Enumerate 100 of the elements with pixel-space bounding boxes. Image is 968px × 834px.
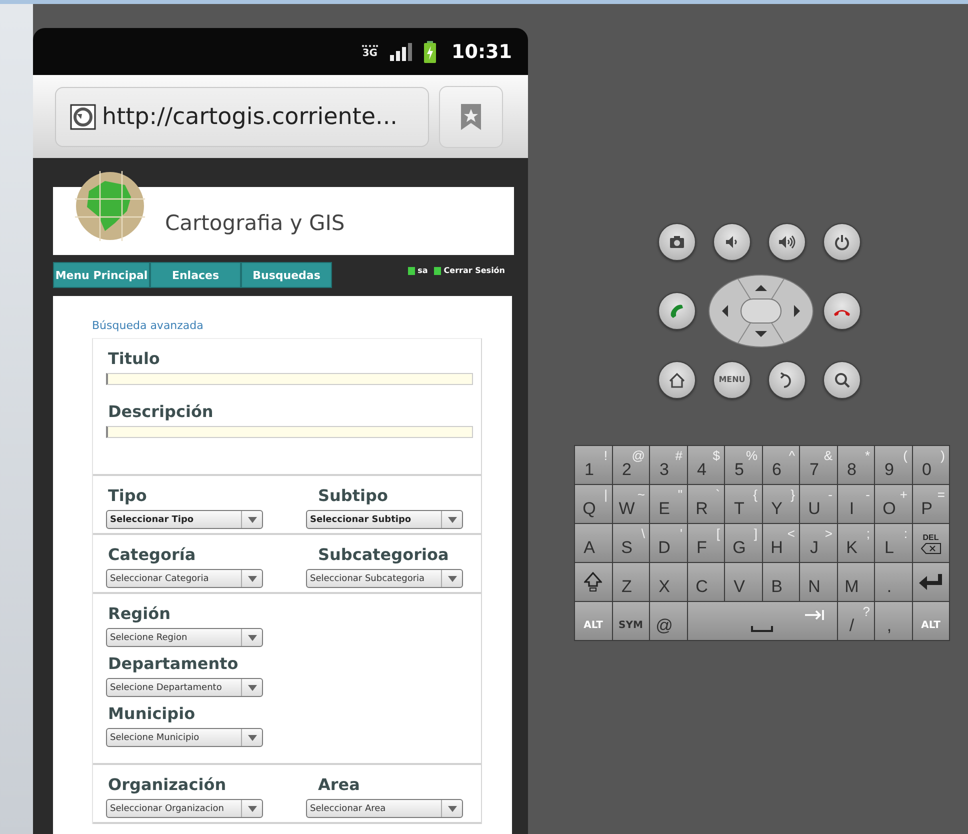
nav-tab[interactable]: Busquedas bbox=[241, 262, 332, 288]
keyboard-key[interactable]: B bbox=[762, 563, 799, 601]
keyboard-key[interactable]: T { bbox=[725, 485, 762, 523]
keyboard-key[interactable]: 7 & bbox=[800, 446, 836, 484]
keyboard-key[interactable]: I - bbox=[838, 485, 874, 523]
keyboard-key[interactable]: / ? bbox=[838, 602, 874, 640]
nav-tab[interactable]: Enlaces bbox=[150, 262, 241, 288]
text-input[interactable] bbox=[106, 426, 473, 438]
field-label: Subcategorioa bbox=[317, 545, 450, 565]
keyboard-key[interactable]: DEL bbox=[912, 524, 949, 562]
hardware-button[interactable] bbox=[658, 222, 696, 260]
keyboard-key[interactable]: N bbox=[800, 563, 836, 601]
form-heading[interactable]: Búsqueda avanzada bbox=[92, 319, 204, 332]
keyboard-key[interactable]: O + bbox=[875, 485, 912, 523]
keyboard-key[interactable]: @ bbox=[650, 602, 686, 640]
hardware-button[interactable] bbox=[713, 222, 751, 260]
keyboard-key[interactable]: J > bbox=[800, 524, 836, 562]
keyboard-key[interactable]: 8 * bbox=[838, 446, 874, 484]
hardware-button[interactable] bbox=[823, 222, 861, 260]
keyboard-key[interactable]: , bbox=[875, 602, 912, 640]
dropdown[interactable]: Selecione Municipio bbox=[106, 728, 263, 747]
keyboard-key[interactable]: ALT bbox=[912, 602, 949, 640]
clock-time: 10:31 bbox=[452, 40, 512, 62]
field-label: Tipo bbox=[107, 486, 148, 506]
keyboard-key[interactable]: E " bbox=[650, 485, 686, 523]
text-input[interactable] bbox=[106, 373, 473, 385]
network-indicator: 3G bbox=[362, 44, 378, 58]
space-icon bbox=[751, 626, 773, 632]
keyboard-key[interactable]: G ] bbox=[725, 524, 762, 562]
field-label: Departamento bbox=[107, 654, 240, 674]
dropdown[interactable]: Seleccionar Categoria bbox=[106, 569, 263, 588]
keyboard-key[interactable]: ALT bbox=[575, 602, 612, 640]
dropdown[interactable]: Seleccionar Subtipo bbox=[306, 510, 463, 529]
keyboard-key[interactable]: W ~ bbox=[612, 485, 649, 523]
hardware-button[interactable] bbox=[823, 292, 861, 330]
search-icon bbox=[833, 370, 851, 388]
keyboard-key[interactable]: K ; bbox=[838, 524, 874, 562]
keyboard-key[interactable]: 0 ) bbox=[912, 446, 949, 484]
dpad[interactable] bbox=[708, 274, 814, 348]
keyboard-key[interactable]: V bbox=[725, 563, 762, 601]
tab-arrow-icon bbox=[804, 610, 824, 620]
keyboard-key[interactable]: M bbox=[838, 563, 874, 601]
keyboard-key[interactable]: D ' bbox=[650, 524, 686, 562]
hardware-button[interactable] bbox=[658, 292, 696, 330]
keyboard-key[interactable]: A bbox=[575, 524, 612, 562]
bookmark-button[interactable] bbox=[439, 86, 503, 148]
keyboard-key[interactable]: SYM bbox=[612, 602, 649, 640]
keyboard-key[interactable]: R ` bbox=[688, 485, 724, 523]
caret-icon bbox=[248, 684, 256, 690]
keyboard-key[interactable]: 9 ( bbox=[875, 446, 912, 484]
bookmark-icon bbox=[461, 104, 481, 130]
address-field[interactable]: http://cartogis.corriente... bbox=[55, 86, 429, 146]
power-icon bbox=[833, 232, 851, 250]
keyboard-key[interactable]: 4 $ bbox=[688, 446, 724, 484]
dropdown[interactable]: Seleccionar Subcategoria bbox=[306, 569, 463, 588]
dropdown[interactable]: Seleccionar Area bbox=[306, 799, 463, 818]
field-label: Area bbox=[317, 775, 361, 795]
keyboard-key[interactable]: U - bbox=[800, 485, 836, 523]
dropdown[interactable]: Selecione Departamento bbox=[106, 678, 263, 697]
caret-icon bbox=[248, 734, 256, 740]
globe-icon bbox=[70, 104, 96, 130]
keyboard-key[interactable]: H < bbox=[762, 524, 799, 562]
caret-icon bbox=[448, 806, 456, 812]
keyboard-key[interactable]: 3 # bbox=[650, 446, 686, 484]
map-logo bbox=[75, 171, 145, 241]
hardware-button[interactable] bbox=[823, 360, 861, 398]
caret-icon bbox=[248, 576, 256, 582]
keyboard-key[interactable]: 1 ! bbox=[575, 446, 612, 484]
dropdown[interactable]: Seleccionar Tipo bbox=[106, 510, 263, 529]
keyboard-key[interactable]: P = bbox=[912, 485, 949, 523]
hardware-button[interactable] bbox=[768, 222, 806, 260]
keyboard-key[interactable]: Q | bbox=[575, 485, 612, 523]
keyboard-key[interactable]: 2 @ bbox=[612, 446, 649, 484]
hardware-button[interactable] bbox=[768, 360, 806, 398]
user-link[interactable]: sa bbox=[418, 266, 428, 275]
hardware-button[interactable] bbox=[658, 360, 696, 398]
keyboard-key[interactable] bbox=[912, 563, 949, 601]
field-label: Subtipo bbox=[317, 486, 389, 506]
keyboard-key[interactable]: 5 % bbox=[725, 446, 762, 484]
field-label: Descripción bbox=[107, 402, 214, 422]
dropdown[interactable]: Seleccionar Organizacion bbox=[106, 799, 263, 818]
caret-icon bbox=[448, 576, 456, 582]
keyboard-key[interactable]: L : bbox=[875, 524, 912, 562]
field-label: Municipio bbox=[107, 704, 196, 724]
keyboard-key[interactable]: Z bbox=[612, 563, 649, 601]
site-title: Cartografia y GIS bbox=[165, 211, 345, 235]
keyboard-key[interactable]: F [ bbox=[688, 524, 724, 562]
user-link[interactable]: Cerrar Sesión bbox=[444, 266, 505, 275]
keyboard-key[interactable]: S \ bbox=[612, 524, 649, 562]
keyboard-key[interactable]: Y } bbox=[762, 485, 799, 523]
keyboard-key[interactable]: X bbox=[650, 563, 686, 601]
hardware-button[interactable]: MENU bbox=[713, 360, 751, 398]
dropdown[interactable]: Selecione Region bbox=[106, 628, 263, 647]
keyboard-key[interactable]: C bbox=[688, 563, 724, 601]
backspace-icon bbox=[920, 542, 941, 554]
field-label: Categoría bbox=[107, 545, 197, 565]
keyboard-key[interactable] bbox=[575, 563, 612, 601]
nav-tab[interactable]: Menu Principal bbox=[53, 262, 150, 288]
keyboard-key[interactable]: . bbox=[875, 563, 912, 601]
keyboard-key[interactable]: 6 ^ bbox=[762, 446, 799, 484]
